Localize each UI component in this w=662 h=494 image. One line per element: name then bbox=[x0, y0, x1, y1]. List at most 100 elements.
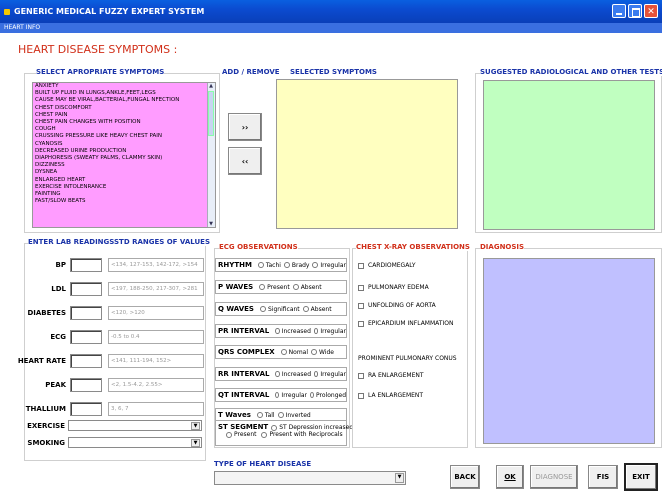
ecg-option: Irregular bbox=[320, 327, 346, 335]
smoking-dropdown[interactable]: ▼ bbox=[68, 437, 202, 448]
xray-checkbox[interactable]: PULMONARY EDEMA bbox=[358, 284, 429, 291]
lab-input[interactable] bbox=[70, 258, 102, 272]
radio-button[interactable] bbox=[275, 392, 280, 398]
xray-title: CHEST X-RAY OBSERVATIONS bbox=[356, 243, 470, 251]
chevron-down-icon[interactable]: ▼ bbox=[191, 439, 200, 447]
lab-input[interactable] bbox=[70, 354, 102, 368]
radio-button[interactable] bbox=[311, 349, 318, 355]
list-item[interactable]: CHEST DISCOMFORT bbox=[33, 105, 215, 112]
radio-st-present[interactable] bbox=[226, 431, 232, 438]
smoking-label: SMOKING bbox=[27, 439, 65, 447]
radio-button[interactable] bbox=[314, 371, 319, 377]
list-item[interactable]: CHEST PAIN bbox=[33, 112, 215, 119]
list-item[interactable]: ANXIETY bbox=[33, 83, 215, 90]
radio-button[interactable] bbox=[312, 262, 319, 268]
radio-button[interactable] bbox=[257, 262, 264, 268]
scroll-up-icon[interactable]: ▲ bbox=[208, 83, 214, 89]
add-symptom-button[interactable]: ›› bbox=[228, 113, 262, 141]
range-field: 3, 6, 7 bbox=[108, 402, 204, 416]
list-item[interactable]: DIZZINESS bbox=[33, 162, 215, 169]
menu-heart-info[interactable]: HEART INFO bbox=[4, 23, 40, 33]
checkbox-icon[interactable] bbox=[358, 302, 364, 309]
list-item[interactable]: CAUSE MAY BE VIRAL,BACTERIAL,FUNGAL NFEC… bbox=[33, 97, 215, 104]
exit-button[interactable]: EXIT bbox=[624, 463, 658, 491]
list-item[interactable]: FAINTING bbox=[33, 191, 215, 198]
radio-button[interactable] bbox=[283, 262, 290, 268]
xray-checkbox[interactable]: CARDIOMEGALY bbox=[358, 262, 416, 269]
ecg-option: Absent bbox=[310, 305, 332, 313]
xray-checkbox[interactable]: RA ENLARGEMENT bbox=[358, 372, 424, 379]
radio-button[interactable] bbox=[302, 306, 309, 312]
lab-label: BP bbox=[55, 261, 66, 269]
xray-checkbox[interactable]: UNFOLDING OF AORTA bbox=[358, 302, 436, 309]
symptoms-list[interactable]: ANXIETY BUILT UP FLUID IN LUNGS,ANKLE,FEE… bbox=[32, 82, 216, 228]
radio-button[interactable] bbox=[280, 349, 287, 355]
range-field: <197, 188-250, 217-307, >281 bbox=[108, 282, 204, 296]
ecg-label: RHYTHM bbox=[218, 261, 252, 269]
ecg-label: QRS COMPLEX bbox=[218, 348, 275, 356]
radio-button[interactable] bbox=[310, 392, 315, 398]
lab-input[interactable] bbox=[70, 378, 102, 392]
list-item[interactable]: DECREASED URINE PRODUCTION bbox=[33, 148, 215, 155]
list-item[interactable]: CHEST PAIN CHANGES WITH POSITION bbox=[33, 119, 215, 126]
radio-button[interactable] bbox=[275, 371, 280, 377]
chevron-down-icon[interactable]: ▼ bbox=[191, 422, 200, 430]
selected-symptoms-list[interactable] bbox=[276, 79, 458, 229]
list-item[interactable]: ENLARGED HEART bbox=[33, 177, 215, 184]
list-item[interactable]: BUILT UP FLUID IN LUNGS,ANKLE,FEET,LEGS bbox=[33, 90, 215, 97]
close-button[interactable] bbox=[644, 4, 658, 18]
ecg-option: Irregular bbox=[320, 261, 346, 269]
lab-input[interactable] bbox=[70, 306, 102, 320]
exercise-dropdown[interactable]: ▼ bbox=[68, 420, 202, 431]
std-ranges-title: STD RANGES OF VALUES bbox=[114, 238, 210, 246]
diagnosis-panel bbox=[483, 258, 655, 444]
back-button[interactable]: BACK bbox=[450, 465, 480, 489]
maximize-button[interactable] bbox=[628, 4, 642, 18]
radio-button[interactable] bbox=[277, 412, 284, 418]
radio-button[interactable] bbox=[275, 328, 280, 334]
checkbox-icon[interactable] bbox=[358, 372, 364, 379]
checkbox-icon[interactable] bbox=[358, 284, 364, 291]
st-option-2: Present bbox=[234, 431, 257, 438]
ecg-option: Nomal bbox=[288, 348, 309, 356]
radio-button[interactable] bbox=[256, 412, 263, 418]
list-item[interactable]: DYSNEA bbox=[33, 169, 215, 176]
radio-button[interactable] bbox=[259, 306, 266, 312]
lab-input[interactable] bbox=[70, 282, 102, 296]
list-item[interactable]: DIAPHORESIS (SWEATY PALMS, CLAMMY SKIN) bbox=[33, 155, 215, 162]
scroll-down-icon[interactable]: ▼ bbox=[208, 221, 214, 227]
diagnose-button[interactable]: DIAGNOSE bbox=[530, 465, 578, 489]
ok-button[interactable]: OK bbox=[496, 465, 524, 489]
checkbox-icon[interactable] bbox=[358, 392, 364, 399]
remove-symptom-button[interactable]: ‹‹ bbox=[228, 147, 262, 175]
list-item[interactable]: FAST/SLOW BEATS bbox=[33, 198, 215, 205]
ecg-option: Prolonged bbox=[316, 391, 346, 399]
xray-checkbox[interactable]: LA ENLARGEMENT bbox=[358, 392, 423, 399]
chevron-down-icon[interactable]: ▼ bbox=[395, 473, 404, 483]
symptoms-scrollbar[interactable]: ▲ ▼ bbox=[207, 83, 215, 227]
tests-title: SUGGESTED RADIOLOGICAL AND OTHER TESTS bbox=[480, 68, 662, 76]
xray-checkbox[interactable]: EPICARDIUM INFLAMMATION bbox=[358, 320, 453, 327]
heart-disease-type-dropdown[interactable]: ▼ bbox=[214, 471, 406, 485]
checkbox-icon[interactable] bbox=[358, 320, 364, 327]
fis-button[interactable]: FIS bbox=[588, 465, 618, 489]
radio-st-reciprocals[interactable] bbox=[261, 431, 268, 438]
list-item[interactable]: EXERCISE INTOLENRANCE bbox=[33, 184, 215, 191]
tests-list[interactable] bbox=[483, 80, 655, 230]
ecg-option: Inverted bbox=[285, 411, 311, 419]
list-item[interactable]: CYANOSIS bbox=[33, 141, 215, 148]
ecg-option: Absent bbox=[300, 283, 322, 291]
checkbox-icon[interactable] bbox=[358, 262, 364, 269]
minimize-button[interactable] bbox=[612, 4, 626, 18]
lab-input[interactable] bbox=[70, 402, 102, 416]
list-item[interactable]: COUGH bbox=[33, 126, 215, 133]
lab-input[interactable] bbox=[70, 330, 102, 344]
radio-st-depression[interactable] bbox=[271, 424, 278, 431]
radio-button[interactable] bbox=[259, 284, 266, 290]
ecg-option: Present bbox=[267, 283, 290, 291]
ecg-option: Increased bbox=[281, 327, 311, 335]
radio-button[interactable] bbox=[292, 284, 299, 290]
list-item[interactable]: CRUSSING PRESSURE LIKE HEAVY CHEST PAIN bbox=[33, 133, 215, 140]
scroll-thumb[interactable] bbox=[208, 91, 214, 136]
radio-button[interactable] bbox=[313, 328, 319, 334]
